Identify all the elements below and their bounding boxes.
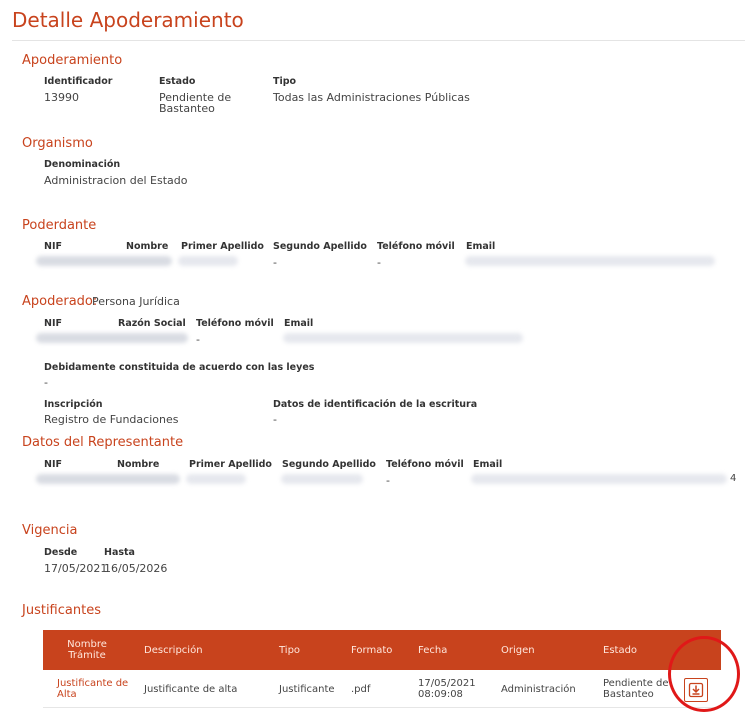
section-organismo-title: Organismo (22, 136, 93, 151)
redacted-email (465, 256, 715, 266)
header-descripcion: Descripción (144, 645, 203, 656)
redacted-email (471, 474, 727, 484)
apoderado-tipo: Persona Jurídica (92, 295, 180, 308)
header-origen: Origen (501, 645, 535, 656)
label-nif: NIF (44, 318, 62, 329)
section-apoderamiento-title: Apoderamiento (22, 53, 123, 68)
cell-nombre-line2: Alta (57, 689, 77, 700)
value-inscripcion: Registro de Fundaciones (44, 413, 179, 426)
label-hasta: Hasta (104, 547, 135, 558)
label-email: Email (473, 459, 503, 470)
label-nombre: Nombre (117, 459, 160, 470)
label-nif: NIF (44, 241, 62, 252)
label-identificador: Identificador (44, 76, 113, 87)
download-button[interactable] (684, 678, 708, 702)
value-telefono: - (196, 333, 200, 346)
cell-estado: Pendiente de Bastanteo (603, 678, 669, 700)
header-nombre-line2: Trámite (68, 650, 106, 661)
redacted-primer-apellido (186, 474, 246, 484)
redacted-nif-razon-social (36, 333, 188, 343)
value-segundo-apellido: - (273, 256, 277, 269)
header-nombre-line1: Nombre (67, 639, 107, 650)
label-tipo: Tipo (273, 76, 297, 87)
value-datos-escritura: - (273, 413, 277, 426)
redacted-nif-nombre (36, 474, 180, 484)
cell-fecha-line2: 08:09:08 (418, 689, 463, 700)
label-razon-social: Razón Social (118, 318, 186, 329)
label-datos-escritura: Datos de identificación de la escritura (273, 399, 478, 410)
label-estado: Estado (159, 76, 196, 87)
value-telefono: - (386, 474, 390, 487)
table-row: Justificante de Alta Justificante de alt… (43, 670, 721, 708)
cell-fecha: 17/05/2021 08:09:08 (418, 678, 476, 700)
cell-estado-line1: Pendiente de (603, 678, 669, 689)
cell-origen: Administración (501, 684, 576, 695)
section-justificantes-title: Justificantes (22, 603, 101, 618)
label-inscripcion: Inscripción (44, 399, 103, 410)
section-poderdante-title: Poderdante (22, 218, 97, 233)
cell-nombre-tramite-link[interactable]: Justificante de Alta (57, 678, 128, 700)
redacted-nif-nombre (36, 256, 172, 266)
section-apoderado-title: Apoderado: (22, 294, 98, 309)
label-telefono: Teléfono móvil (386, 459, 464, 470)
value-tipo: Todas las Administraciones Públicas (273, 91, 470, 104)
value-constituida: - (44, 376, 48, 389)
value-estado-line2: Bastanteo (159, 102, 215, 115)
label-desde: Desde (44, 547, 78, 558)
cell-descripcion: Justificante de alta (144, 684, 238, 695)
header-estado: Estado (603, 645, 638, 656)
redacted-email (283, 333, 523, 343)
value-denominacion: Administracion del Estado (44, 174, 188, 187)
section-vigencia-title: Vigencia (22, 523, 78, 538)
label-email: Email (284, 318, 314, 329)
label-constituida: Debidamente constituida de acuerdo con l… (44, 362, 315, 373)
cell-fecha-line1: 17/05/2021 (418, 678, 476, 689)
cell-nombre-line1: Justificante de (57, 678, 129, 689)
section-representante-title: Datos del Representante (22, 435, 184, 450)
cell-formato: .pdf (351, 684, 371, 695)
download-pdf-icon (688, 682, 704, 698)
page-title: Detalle Apoderamiento (12, 8, 244, 32)
value-desde: 17/05/2021 (44, 562, 108, 575)
label-segundo-apellido: Segundo Apellido (282, 459, 376, 470)
label-nif: NIF (44, 459, 62, 470)
redacted-primer-apellido (178, 256, 238, 266)
label-denominacion: Denominación (44, 159, 121, 170)
cell-tipo: Justificante (279, 684, 335, 695)
header-nombre-tramite: Nombre Trámite (57, 639, 117, 661)
overflow-text: 4 (730, 473, 737, 484)
table-header: Nombre Trámite Descripción Tipo Formato … (43, 630, 721, 670)
label-email: Email (466, 241, 496, 252)
title-divider (12, 40, 745, 41)
header-formato: Formato (351, 645, 393, 656)
redacted-segundo-apellido (281, 474, 363, 484)
label-nombre: Nombre (126, 241, 169, 252)
value-telefono: - (377, 256, 381, 269)
label-segundo-apellido: Segundo Apellido (273, 241, 367, 252)
header-tipo: Tipo (279, 645, 301, 656)
cell-estado-line2: Bastanteo (603, 689, 654, 700)
label-primer-apellido: Primer Apellido (189, 459, 272, 470)
label-telefono: Teléfono móvil (196, 318, 274, 329)
label-primer-apellido: Primer Apellido (181, 241, 264, 252)
label-telefono: Teléfono móvil (377, 241, 455, 252)
value-hasta: 16/05/2026 (104, 562, 168, 575)
header-fecha: Fecha (418, 645, 448, 656)
value-identificador: 13990 (44, 91, 79, 104)
